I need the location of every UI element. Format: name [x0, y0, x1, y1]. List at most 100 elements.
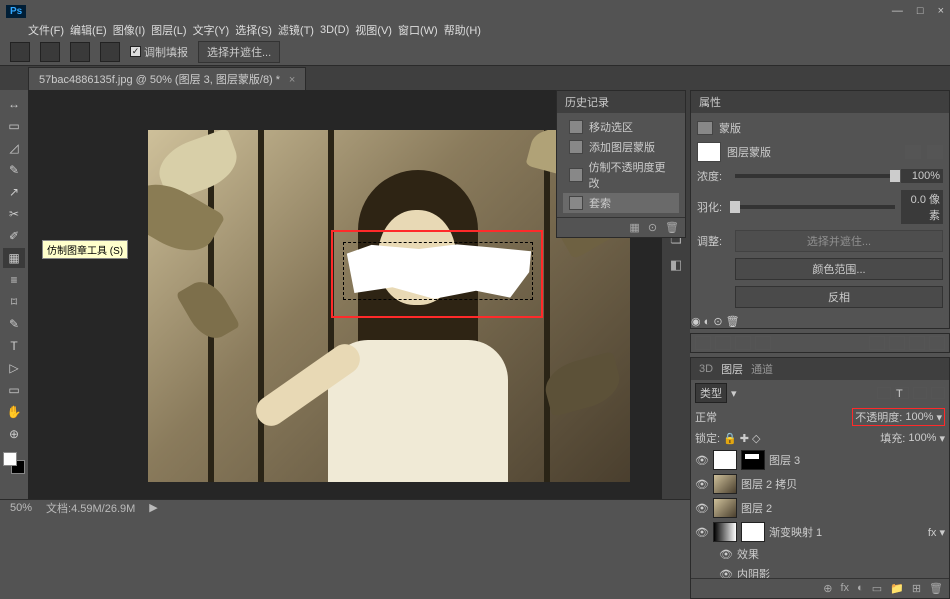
delete-layer-icon[interactable]: 🗑 — [929, 582, 943, 595]
lock-icon[interactable]: ✚ — [740, 432, 749, 445]
visibility-icon[interactable]: 👁 — [695, 526, 709, 539]
color-swatches[interactable] — [3, 452, 25, 474]
selection-mode-icon-3[interactable] — [100, 42, 120, 62]
layer-row[interactable]: 👁图层 3 — [691, 448, 949, 472]
prop-icon[interactable]: ⊙ — [713, 316, 722, 328]
layer-row[interactable]: 👁渐变映射 1fx ▾ — [691, 520, 949, 544]
history-new-icon[interactable]: ⊙ — [648, 221, 657, 234]
tab-layers[interactable]: 图层 — [721, 361, 743, 377]
move-tool-icon[interactable]: ↔ — [3, 94, 25, 114]
document-tab[interactable]: 57bac4886135f.jpg @ 50% (图层 3, 图层蒙版/8) *… — [28, 67, 306, 90]
close-button[interactable]: × — [938, 5, 944, 17]
maximize-button[interactable]: □ — [917, 5, 924, 17]
visibility-icon[interactable]: 👁 — [719, 568, 733, 579]
gradient-tool-icon[interactable]: ≡ — [3, 270, 25, 290]
layer-row[interactable]: 👁图层 2 拷贝 — [691, 472, 949, 496]
history-snapshot-icon[interactable]: ▦ — [629, 221, 639, 234]
invert-button[interactable]: 反相 — [735, 286, 943, 308]
wand-tool-icon[interactable]: ✎ — [3, 160, 25, 180]
minimize-button[interactable]: — — [892, 5, 903, 17]
menu-help[interactable]: 帮助(H) — [444, 22, 481, 38]
adj-icon[interactable] — [909, 336, 925, 350]
option-checkbox[interactable]: ✓调制填报 — [130, 44, 188, 60]
path-tool-icon[interactable]: ▷ — [3, 358, 25, 378]
type-tool-icon[interactable]: T — [3, 336, 25, 356]
eyedropper-tool-icon[interactable]: ✂ — [3, 204, 25, 224]
prop-icon[interactable]: ◐ — [704, 316, 711, 328]
select-mask-button[interactable]: 选择并遮住... — [735, 230, 943, 252]
layer-filter-kind[interactable]: 类型 — [695, 383, 727, 403]
blur-tool-icon[interactable]: ⌑ — [3, 292, 25, 312]
group-icon[interactable]: 📁 — [890, 582, 904, 595]
tab-channels[interactable]: 通道 — [751, 361, 773, 377]
clone-stamp-tool-icon[interactable]: ▦ — [3, 248, 25, 268]
brush-tool-icon[interactable]: ✐ — [3, 226, 25, 246]
menu-image[interactable]: 图像(I) — [113, 22, 145, 38]
density-slider[interactable] — [735, 174, 895, 178]
blend-mode-select[interactable]: 正常 — [695, 409, 717, 425]
tab-close-icon[interactable]: × — [289, 74, 295, 86]
history-tab[interactable]: 历史记录 — [565, 94, 609, 110]
shape-tool-icon[interactable]: ▭ — [3, 380, 25, 400]
menu-type[interactable]: 文字(Y) — [193, 22, 230, 38]
zoom-level[interactable]: 50% — [10, 502, 32, 514]
menu-3d[interactable]: 3D(D) — [320, 24, 349, 36]
adj-icon[interactable] — [755, 336, 771, 350]
adj-icon[interactable] — [735, 336, 751, 350]
adj-icon[interactable] — [869, 336, 885, 350]
history-delete-icon[interactable]: 🗑 — [665, 221, 679, 234]
statusbar-arrow-icon[interactable]: ▶ — [149, 501, 157, 514]
menu-edit[interactable]: 编辑(E) — [70, 22, 107, 38]
lasso-tool-icon[interactable]: ◿ — [3, 138, 25, 158]
visibility-icon[interactable]: 👁 — [695, 454, 709, 467]
layer-fx-row[interactable]: 👁效果 — [691, 544, 949, 564]
density-value[interactable]: 100% — [901, 169, 943, 183]
tab-3d[interactable]: 3D — [699, 363, 713, 375]
filter-icon[interactable]: T — [895, 387, 909, 399]
prop-delete-icon[interactable]: 🗑 — [726, 316, 740, 328]
lock-icon[interactable]: ◇ — [752, 432, 760, 445]
fill-value[interactable]: 100% — [908, 432, 936, 444]
filter-icon[interactable] — [931, 387, 945, 399]
select-and-mask-button[interactable]: 选择并遮住... — [198, 41, 280, 63]
panel-tabicon-2[interactable]: ◧ — [667, 256, 685, 274]
filter-icon[interactable] — [913, 387, 927, 399]
adj-icon[interactable] — [889, 336, 905, 350]
filter-icon[interactable] — [877, 387, 891, 399]
adj-icon[interactable] — [715, 336, 731, 350]
marquee-tool-icon[interactable]: ▭ — [3, 116, 25, 136]
link-icon[interactable]: ⊕ — [823, 582, 832, 595]
visibility-icon[interactable]: 👁 — [719, 548, 733, 561]
fg-color-swatch[interactable] — [3, 452, 17, 466]
adj-icon[interactable] — [695, 336, 711, 350]
zoom-tool-icon[interactable]: ⊕ — [3, 424, 25, 444]
feather-value[interactable]: 0.0 像素 — [901, 190, 943, 224]
color-range-button[interactable]: 颜色范围... — [735, 258, 943, 280]
tool-preset-icon[interactable] — [10, 42, 30, 62]
lock-icon[interactable]: 🔒 — [723, 432, 737, 445]
layer-row[interactable]: 👁图层 2 — [691, 496, 949, 520]
mask-icon[interactable]: ◐ — [857, 582, 864, 595]
prop-icon[interactable]: ◉ — [691, 316, 701, 328]
layer-fx-row[interactable]: 👁内阴影 — [691, 564, 949, 578]
adj-icon[interactable] — [929, 336, 945, 350]
visibility-icon[interactable]: 👁 — [695, 478, 709, 491]
adj-layer-icon[interactable]: ▭ — [872, 582, 882, 595]
hand-tool-icon[interactable]: ✋ — [3, 402, 25, 422]
crop-tool-icon[interactable]: ↗ — [3, 182, 25, 202]
pen-tool-icon[interactable]: ✎ — [3, 314, 25, 334]
new-layer-icon[interactable]: ⊞ — [912, 582, 921, 595]
properties-tab[interactable]: 属性 — [699, 94, 721, 110]
opacity-value[interactable]: 100% — [905, 411, 933, 423]
menu-layer[interactable]: 图层(L) — [151, 22, 186, 38]
menu-window[interactable]: 窗口(W) — [398, 22, 438, 38]
menu-view[interactable]: 视图(V) — [355, 22, 392, 38]
selection-mode-icon-2[interactable] — [70, 42, 90, 62]
menu-select[interactable]: 选择(S) — [235, 22, 272, 38]
selection-mode-icon[interactable] — [40, 42, 60, 62]
menu-file[interactable]: 文件(F) — [28, 22, 64, 38]
fx-icon[interactable]: fx — [840, 582, 849, 595]
menu-filter[interactable]: 滤镜(T) — [278, 22, 314, 38]
visibility-icon[interactable]: 👁 — [695, 502, 709, 515]
feather-slider[interactable] — [735, 205, 895, 209]
